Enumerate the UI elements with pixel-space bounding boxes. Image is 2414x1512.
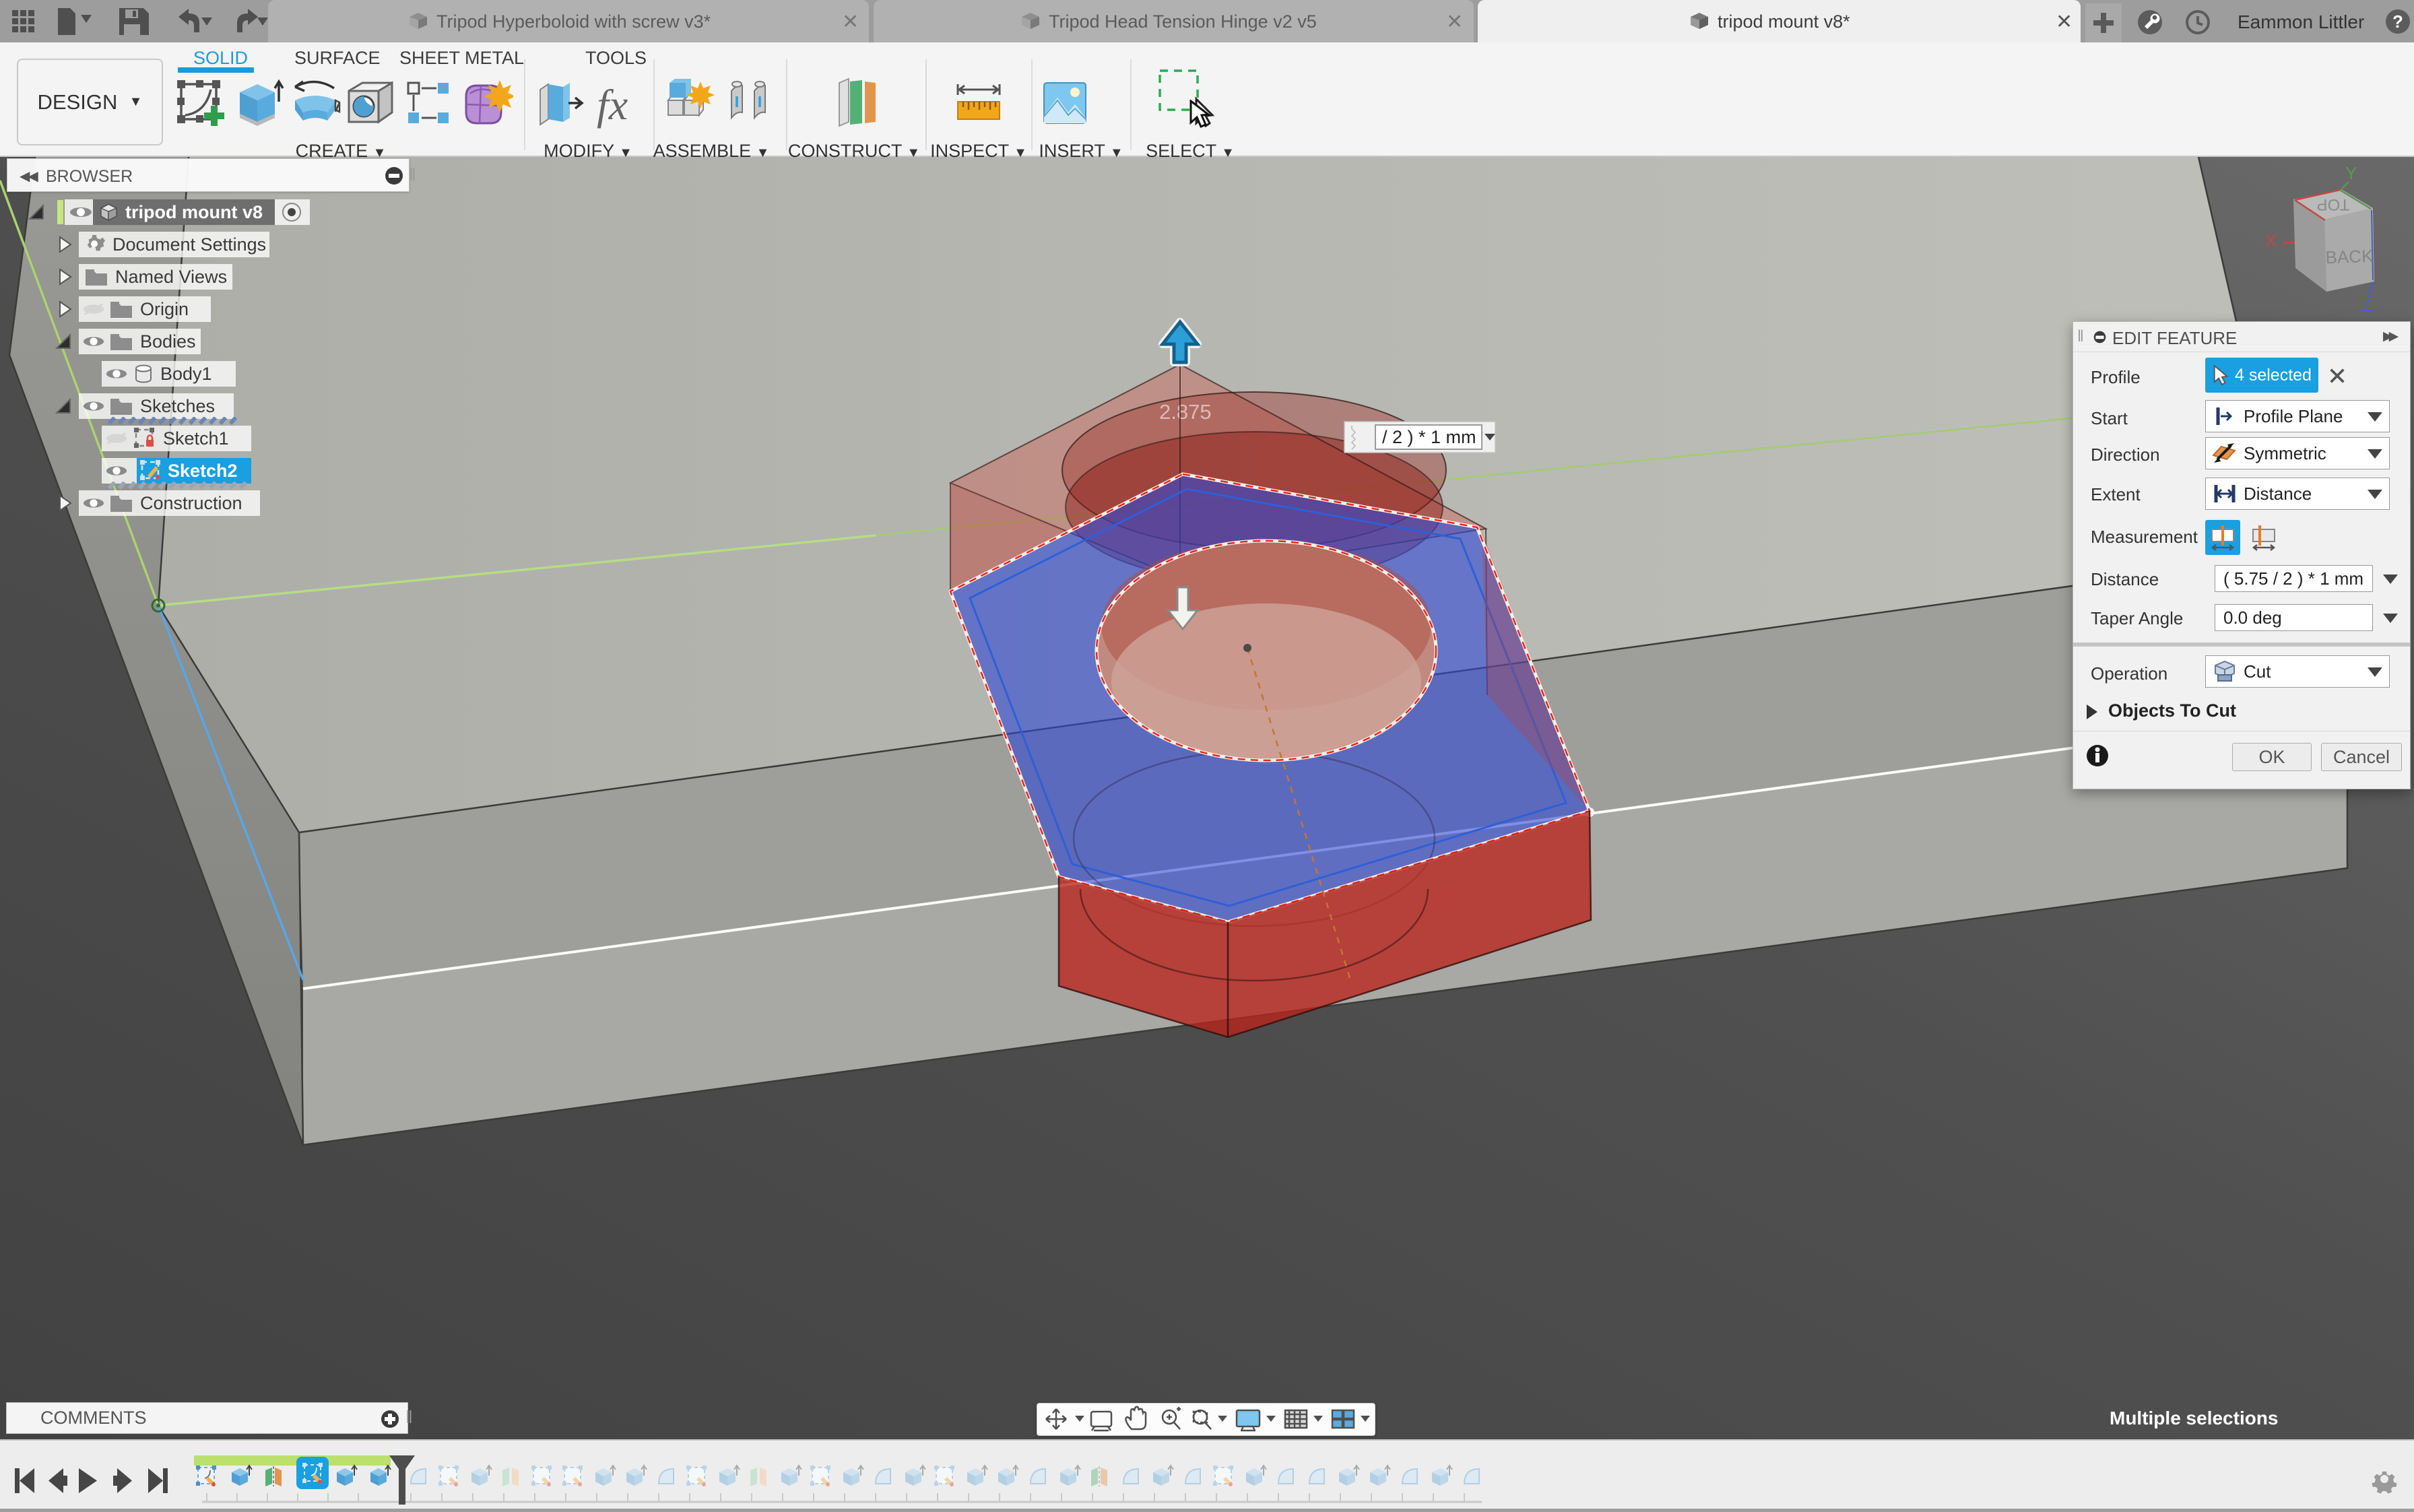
svg-text:Y: Y [2345, 163, 2357, 183]
svg-text:Z: Z [2361, 295, 2372, 315]
svg-text:TOP: TOP [2317, 195, 2350, 213]
svg-text:/ 2 ) * 1 mm: / 2 ) * 1 mm [1382, 427, 1476, 447]
svg-text:2.875: 2.875 [1159, 400, 1212, 424]
svg-text:BACK: BACK [2325, 246, 2374, 267]
svg-text:?: ? [2392, 11, 2403, 32]
svg-text:X: X [2265, 230, 2277, 251]
